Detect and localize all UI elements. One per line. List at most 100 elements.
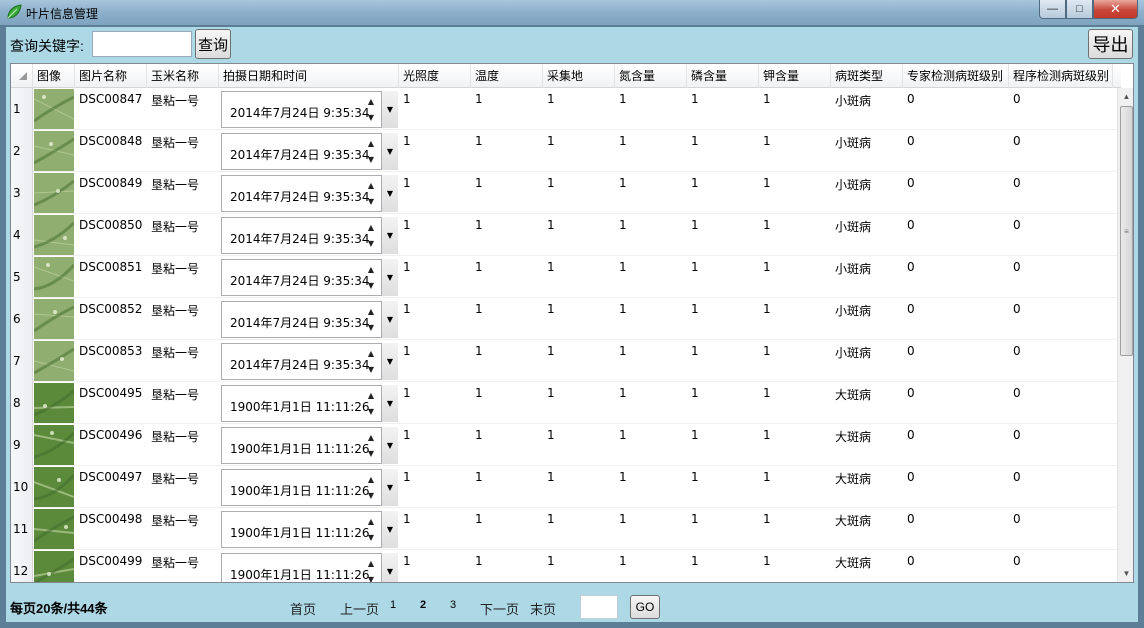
dropdown-arrow-icon[interactable]: ▼	[381, 553, 398, 582]
phosphorus-cell[interactable]: 1	[687, 466, 759, 508]
maximize-button[interactable]: □	[1066, 0, 1093, 19]
go-button[interactable]: GO	[630, 595, 660, 619]
expert-level-cell[interactable]: 0	[903, 214, 1009, 256]
leaf-image-cell[interactable]	[33, 256, 75, 298]
site-cell[interactable]: 1	[543, 340, 615, 382]
column-header-lesion-type[interactable]: 病斑类型	[831, 64, 903, 88]
datetime-picker[interactable]: 2014年7月24日 9:35:34 ▲ ▼ ▼	[221, 175, 398, 212]
table-row[interactable]: 9 DSC00496 垦粘一号 1900年1月1日 11:11:26 ▲ ▼ ▼ 1 1 1 1 1 1…	[11, 424, 1121, 466]
select-all-corner[interactable]	[11, 64, 33, 88]
table-row[interactable]: 7 DSC00853 垦粘一号 2014年7月24日 9:35:34 ▲ ▼ ▼ 1 1 1 1 1 1…	[11, 340, 1121, 382]
temperature-cell[interactable]: 1	[471, 382, 543, 424]
datetime-picker[interactable]: 2014年7月24日 9:35:34 ▲ ▼ ▼	[221, 91, 398, 128]
column-header-corn-name[interactable]: 玉米名称	[147, 64, 219, 88]
datetime-picker-cell[interactable]: 1900年1月1日 11:11:26 ▲ ▼ ▼	[219, 382, 399, 424]
row-number[interactable]: 5	[11, 256, 33, 298]
light-cell[interactable]: 1	[399, 214, 471, 256]
phosphorus-cell[interactable]: 1	[687, 340, 759, 382]
image-name-cell[interactable]: DSC00853	[75, 340, 147, 382]
expert-level-cell[interactable]: 0	[903, 256, 1009, 298]
site-cell[interactable]: 1	[543, 298, 615, 340]
leaf-image-cell[interactable]	[33, 298, 75, 340]
phosphorus-cell[interactable]: 1	[687, 382, 759, 424]
column-header-potassium[interactable]: 钾含量	[759, 64, 831, 88]
corn-name-cell[interactable]: 垦粘一号	[147, 298, 219, 340]
corn-name-cell[interactable]: 垦粘一号	[147, 424, 219, 466]
row-number[interactable]: 10	[11, 466, 33, 508]
corn-name-cell[interactable]: 垦粘一号	[147, 130, 219, 172]
corn-name-cell[interactable]: 垦粘一号	[147, 88, 219, 130]
nitrogen-cell[interactable]: 1	[615, 298, 687, 340]
phosphorus-cell[interactable]: 1	[687, 298, 759, 340]
datetime-picker[interactable]: 2014年7月24日 9:35:34 ▲ ▼ ▼	[221, 301, 398, 338]
column-header-temperature[interactable]: 温度	[471, 64, 543, 88]
datetime-picker-cell[interactable]: 1900年1月1日 11:11:26 ▲ ▼ ▼	[219, 424, 399, 466]
program-level-cell[interactable]: 0	[1009, 298, 1113, 340]
table-row[interactable]: 3 DSC00849 垦粘一号 2014年7月24日 9:35:34 ▲ ▼ ▼ 1 1 1 1 1 1…	[11, 172, 1121, 214]
potassium-cell[interactable]: 1	[759, 382, 831, 424]
row-number[interactable]: 8	[11, 382, 33, 424]
scroll-down-arrow-icon[interactable]: ▼	[1118, 565, 1133, 582]
lesion-type-cell[interactable]: 小斑病	[831, 172, 903, 214]
temperature-cell[interactable]: 1	[471, 550, 543, 582]
image-name-cell[interactable]: DSC00495	[75, 382, 147, 424]
minimize-button[interactable]: —	[1039, 0, 1066, 19]
datetime-picker-cell[interactable]: 1900年1月1日 11:11:26 ▲ ▼ ▼	[219, 550, 399, 582]
table-row[interactable]: 12 DSC00499 垦粘一号 1900年1月1日 11:11:26 ▲ ▼ ▼ 1 1 1 1 1…	[11, 550, 1121, 582]
datetime-picker[interactable]: 2014年7月24日 9:35:34 ▲ ▼ ▼	[221, 343, 398, 380]
potassium-cell[interactable]: 1	[759, 550, 831, 582]
datetime-picker[interactable]: 1900年1月1日 11:11:26 ▲ ▼ ▼	[221, 385, 398, 422]
site-cell[interactable]: 1	[543, 214, 615, 256]
page-link-2-current[interactable]: 2	[420, 599, 426, 611]
light-cell[interactable]: 1	[399, 256, 471, 298]
page-link-3[interactable]: 3	[450, 599, 456, 611]
leaf-image-cell[interactable]	[33, 508, 75, 550]
phosphorus-cell[interactable]: 1	[687, 550, 759, 582]
corn-name-cell[interactable]: 垦粘一号	[147, 508, 219, 550]
goto-page-input[interactable]	[580, 595, 618, 619]
nitrogen-cell[interactable]: 1	[615, 466, 687, 508]
image-name-cell[interactable]: DSC00848	[75, 130, 147, 172]
potassium-cell[interactable]: 1	[759, 130, 831, 172]
phosphorus-cell[interactable]: 1	[687, 88, 759, 130]
column-header-image-name[interactable]: 图片名称	[75, 64, 147, 88]
program-level-cell[interactable]: 0	[1009, 466, 1113, 508]
close-button[interactable]: ✕	[1093, 0, 1138, 19]
nitrogen-cell[interactable]: 1	[615, 130, 687, 172]
expert-level-cell[interactable]: 0	[903, 172, 1009, 214]
spin-arrows-icon[interactable]: ▲ ▼	[364, 178, 378, 210]
row-number[interactable]: 1	[11, 88, 33, 130]
row-number[interactable]: 2	[11, 130, 33, 172]
table-row[interactable]: 11 DSC00498 垦粘一号 1900年1月1日 11:11:26 ▲ ▼ ▼ 1 1 1 1 1…	[11, 508, 1121, 550]
column-header-program-level[interactable]: 程序检测病斑级别	[1009, 64, 1113, 88]
leaf-image-cell[interactable]	[33, 466, 75, 508]
column-header-phosphorus[interactable]: 磷含量	[687, 64, 759, 88]
light-cell[interactable]: 1	[399, 508, 471, 550]
row-number[interactable]: 3	[11, 172, 33, 214]
leaf-image-cell[interactable]	[33, 214, 75, 256]
datetime-picker-cell[interactable]: 2014年7月24日 9:35:34 ▲ ▼ ▼	[219, 172, 399, 214]
row-number[interactable]: 9	[11, 424, 33, 466]
lesion-type-cell[interactable]: 大斑病	[831, 466, 903, 508]
row-number[interactable]: 12	[11, 550, 33, 582]
leaf-data-grid[interactable]: 图像 图片名称 玉米名称 拍摄日期和时间 光照度 温度 采集地 氮含量 磷含量 钾含量 病斑类型 专家…	[10, 63, 1134, 583]
lesion-type-cell[interactable]: 大斑病	[831, 508, 903, 550]
spin-arrows-icon[interactable]: ▲ ▼	[364, 136, 378, 168]
corn-name-cell[interactable]: 垦粘一号	[147, 466, 219, 508]
program-level-cell[interactable]: 0	[1009, 550, 1113, 582]
corn-name-cell[interactable]: 垦粘一号	[147, 256, 219, 298]
temperature-cell[interactable]: 1	[471, 88, 543, 130]
potassium-cell[interactable]: 1	[759, 466, 831, 508]
light-cell[interactable]: 1	[399, 550, 471, 582]
table-row[interactable]: 2 DSC00848 垦粘一号 2014年7月24日 9:35:34 ▲ ▼ ▼ 1 1 1 1 1 1…	[11, 130, 1121, 172]
scroll-up-arrow-icon[interactable]: ▲	[1118, 88, 1133, 105]
expert-level-cell[interactable]: 0	[903, 130, 1009, 172]
dropdown-arrow-icon[interactable]: ▼	[381, 469, 398, 506]
datetime-picker-cell[interactable]: 2014年7月24日 9:35:34 ▲ ▼ ▼	[219, 340, 399, 382]
site-cell[interactable]: 1	[543, 256, 615, 298]
first-page-link[interactable]: 首页	[290, 599, 316, 618]
lesion-type-cell[interactable]: 小斑病	[831, 340, 903, 382]
column-header-site[interactable]: 采集地	[543, 64, 615, 88]
datetime-picker[interactable]: 1900年1月1日 11:11:26 ▲ ▼ ▼	[221, 469, 398, 506]
scrollbar-thumb[interactable]: ≡	[1120, 106, 1133, 356]
